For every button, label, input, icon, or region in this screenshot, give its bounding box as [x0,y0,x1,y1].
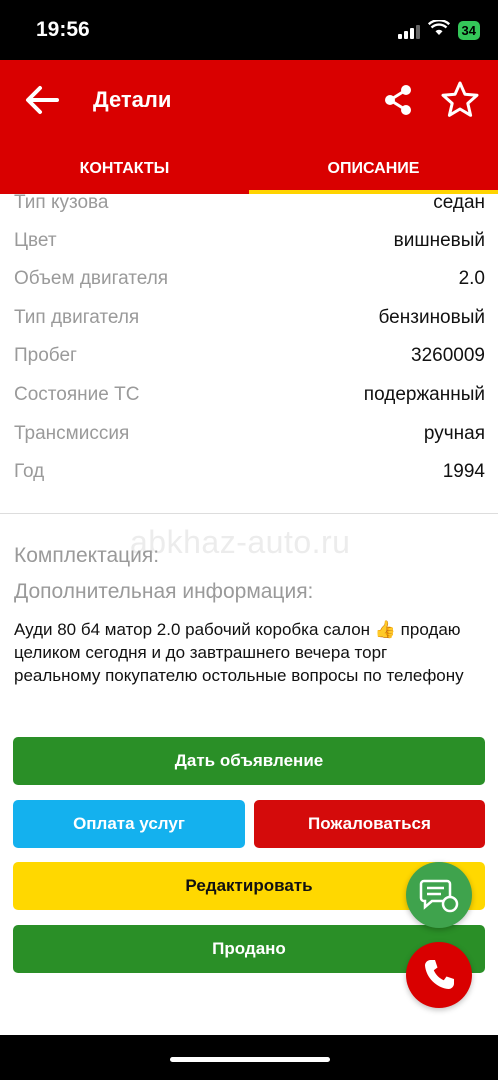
signal-icon [397,23,420,39]
description-text: Ауди 80 б4 матор 2.0 рабочий коробка сал… [14,620,464,685]
home-indicator[interactable] [170,1057,330,1062]
spec-value: 1994 [442,461,485,482]
status-time: 19:56 [36,18,90,41]
spec-label: Состояние ТС [14,384,140,405]
spec-value: ручная [423,423,485,444]
content-area[interactable]: Тип кузова седан Цвет вишневый Объем дви… [0,194,498,1035]
app-bar: Детали КОНТАКТЫ ОПИСАНИЕ [0,60,498,194]
spec-value: 3260009 [411,345,485,366]
spec-label: Цвет [14,230,57,251]
extra-info-label: Дополнительная информация: [14,580,314,603]
watermark: abkhaz-auto.ru [130,524,351,560]
share-button[interactable] [376,78,420,122]
spec-label: Тип двигателя [14,307,140,328]
back-button[interactable] [20,80,64,120]
call-button[interactable] [406,942,472,1008]
wifi-icon [427,19,450,41]
favorite-button[interactable] [436,76,484,124]
spec-value: бензиновый [378,307,485,328]
report-button[interactable]: Пожаловаться [254,800,485,848]
chat-button[interactable] [406,862,472,928]
spec-value: вишневый [393,230,485,251]
divider [0,513,498,514]
spec-row: Объем двигателя 2.0 [14,264,485,294]
page-title: Детали [93,87,172,112]
pay-services-button[interactable]: Оплата услуг [13,800,245,848]
spec-value: 2.0 [458,268,485,289]
spec-label: Пробег [14,345,77,366]
phone-icon [425,960,454,989]
chat-icon [419,879,459,913]
star-outline-icon [441,81,479,117]
equipment-label: Комплектация: [14,544,160,567]
spec-row: Состояние ТС подержанный [14,380,485,410]
status-bar: 19:56 34 [0,0,498,60]
spec-row: Тип кузова седан [14,194,485,218]
spec-label: Трансмиссия [14,423,130,444]
home-bar [0,1035,498,1080]
spec-row: Тип двигателя бензиновый [14,303,485,333]
spec-value: седан [433,194,485,213]
tab-bar: КОНТАКТЫ ОПИСАНИЕ [0,150,498,194]
spec-row: Цвет вишневый [14,226,485,256]
post-ad-button[interactable]: Дать объявление [13,737,485,785]
spec-label: Тип кузова [14,194,109,213]
back-arrow-icon [26,86,59,114]
spec-row: Пробег 3260009 [14,341,485,371]
share-icon [385,85,411,115]
status-icons: 34 [397,19,480,41]
spec-value: подержанный [363,384,485,405]
tab-contacts[interactable]: КОНТАКТЫ [0,150,249,194]
spec-row: Год 1994 [14,457,485,487]
spec-label: Объем двигателя [14,268,169,289]
tab-description[interactable]: ОПИСАНИЕ [249,150,498,194]
spec-row: Трансмиссия ручная [14,419,485,449]
spec-label: Год [14,461,45,482]
battery-icon: 34 [457,21,480,40]
